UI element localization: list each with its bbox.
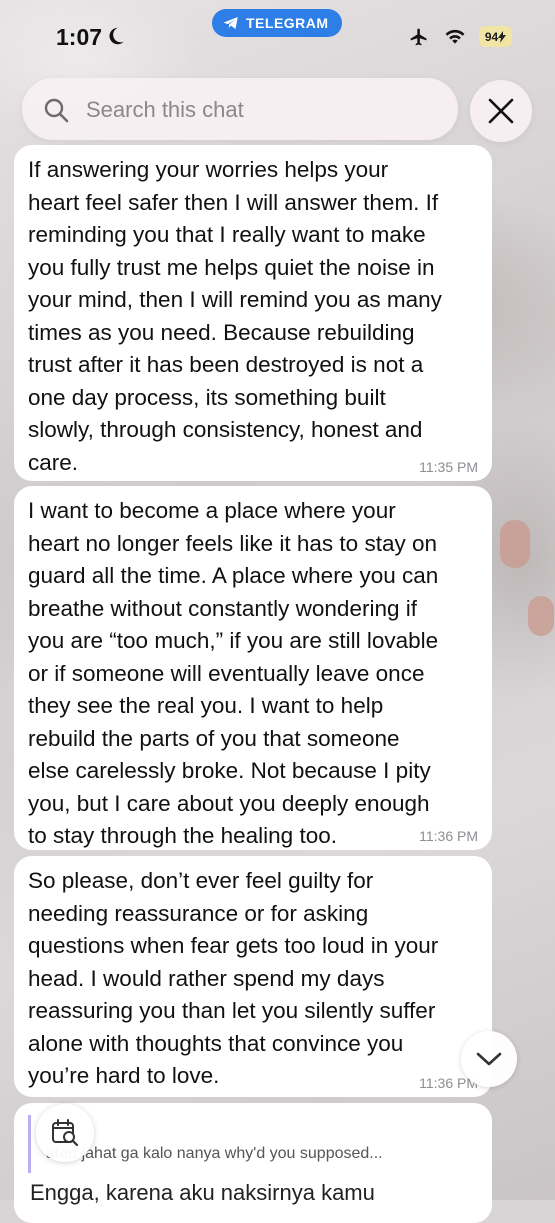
- message-timestamp: 11:35 PM: [419, 459, 478, 475]
- message-text: So please, don’t ever feel guilty for ne…: [28, 868, 439, 1088]
- reply-quote-text: ateu jahat ga kalo nanya why'd you suppo…: [46, 1145, 383, 1162]
- search-input[interactable]: [84, 94, 438, 126]
- scroll-to-bottom-button[interactable]: [461, 1031, 517, 1087]
- status-bar: 1:07 TELEGRAM 94: [0, 0, 555, 75]
- charging-bolt-icon: [498, 30, 507, 43]
- jump-to-date-button[interactable]: [36, 1104, 94, 1162]
- telegram-pill[interactable]: TELEGRAM: [212, 9, 342, 37]
- message-text: I want to become a place where your hear…: [28, 498, 439, 848]
- calendar-search-icon: [52, 1119, 79, 1147]
- message-bubble[interactable]: I want to become a place where your hear…: [14, 486, 492, 850]
- search-icon: [44, 98, 69, 123]
- message-text: Engga, karena aku naksirnya kamu: [30, 1180, 375, 1205]
- message-bubble[interactable]: If answering your worries helps your hea…: [14, 145, 492, 481]
- message-bubble[interactable]: So please, don’t ever feel guilty for ne…: [14, 856, 492, 1097]
- chevron-down-icon: [476, 1052, 502, 1066]
- reply-quote[interactable]: [28, 1115, 468, 1173]
- message-timestamp: 11:36 PM: [419, 828, 478, 844]
- battery-level: 94: [484, 29, 499, 44]
- close-icon: [488, 98, 514, 124]
- message-text: If answering your worries helps your hea…: [28, 157, 442, 475]
- search-bar: [22, 78, 458, 140]
- telegram-icon: [223, 17, 238, 29]
- battery-indicator: 94: [479, 26, 512, 47]
- wallpaper-detail: [528, 596, 554, 636]
- wallpaper-detail: [500, 520, 530, 568]
- status-time: 1:07: [56, 24, 103, 50]
- moon-icon: [109, 27, 124, 45]
- airplane-mode-icon: [410, 28, 427, 46]
- close-search-button[interactable]: [470, 80, 532, 142]
- wifi-icon: [445, 29, 465, 44]
- telegram-pill-label: TELEGRAM: [246, 15, 329, 31]
